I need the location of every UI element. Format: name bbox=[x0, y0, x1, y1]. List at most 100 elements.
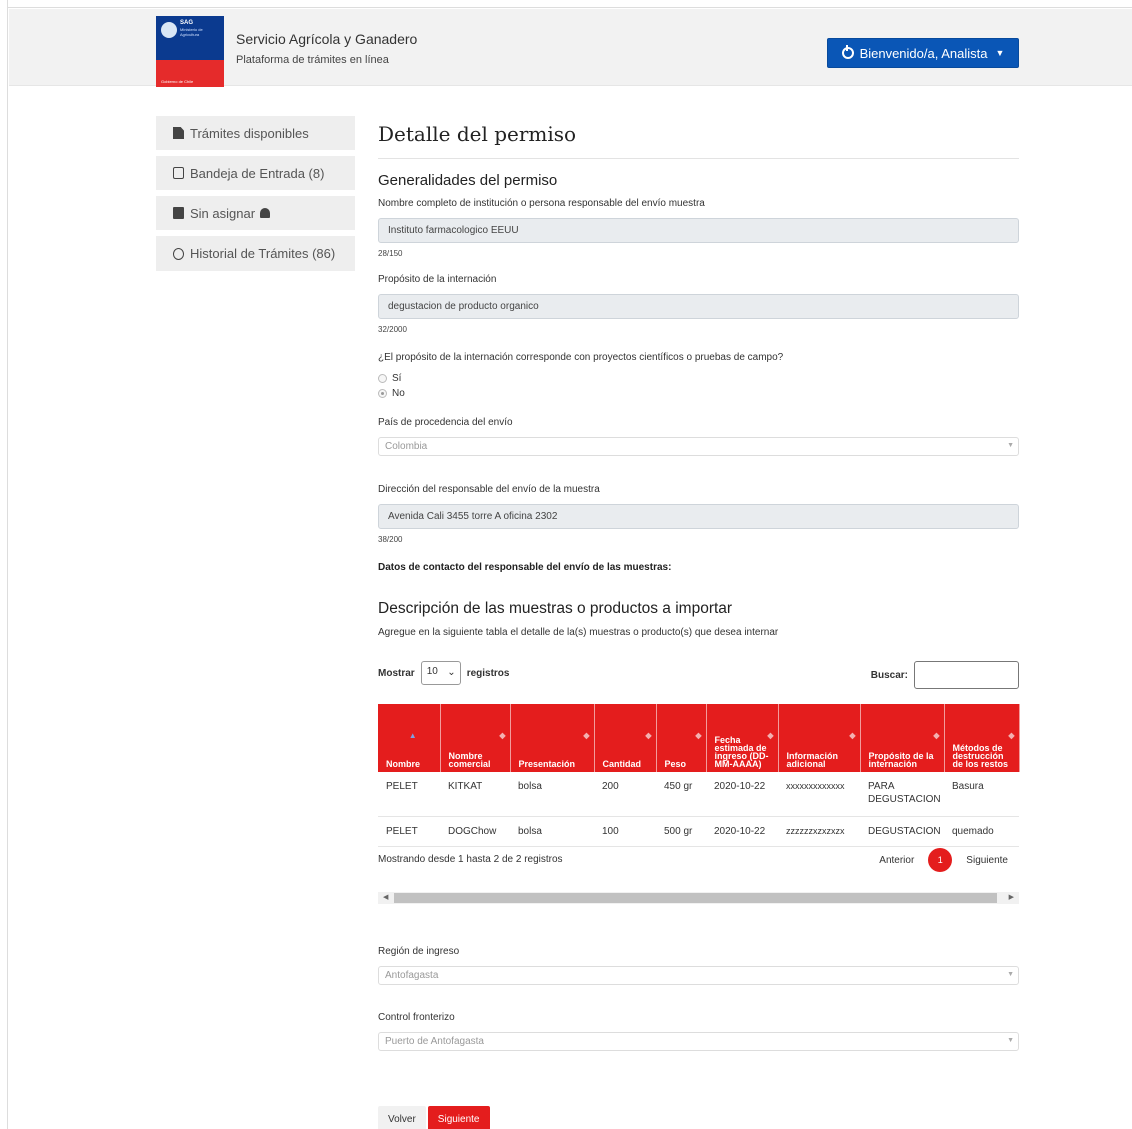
records-label: registros bbox=[466, 667, 510, 679]
col-nombre-comercial[interactable]: ◆ Nombre comercial bbox=[440, 704, 511, 772]
col-fecha[interactable]: ◆ Fecha estimada de ingreso (DD-MM-AAAA) bbox=[706, 704, 779, 772]
border-control-value: Puerto de Antofagasta bbox=[385, 1036, 484, 1047]
header-label: Nombre bbox=[386, 759, 421, 769]
table-header-row: ▲ Nombre ◆ Nombre comercial ◆ Presentación … bbox=[378, 704, 1020, 772]
purpose-label: Propósito de la internación bbox=[378, 274, 497, 285]
back-button[interactable]: Volver bbox=[378, 1106, 426, 1129]
col-nombre[interactable]: ▲ Nombre bbox=[378, 704, 441, 772]
header-label: Métodos de destrucción de los restos bbox=[952, 743, 1009, 769]
table-cell: bolsa bbox=[510, 816, 594, 847]
chevron-down-icon: ⌄ bbox=[447, 667, 456, 678]
page-length-select[interactable]: 10 ⌄ bbox=[420, 661, 461, 685]
radio-no-circle bbox=[378, 389, 387, 398]
scroll-left-icon[interactable]: ◀ bbox=[383, 893, 388, 901]
header-label: Cantidad bbox=[602, 759, 642, 769]
search-label: Buscar: bbox=[870, 669, 908, 681]
page-length-control: Mostrar 10 ⌄ registros bbox=[378, 661, 509, 685]
sort-icon: ◆ bbox=[1008, 731, 1015, 740]
show-label: Mostrar bbox=[378, 667, 415, 679]
sidebar-item-label: Historial de Trámites (86) bbox=[190, 246, 336, 261]
table-search: Buscar: bbox=[871, 661, 1019, 689]
scientific-question: ¿El propósito de la internación correspo… bbox=[378, 352, 784, 363]
table-cell: bolsa bbox=[510, 772, 594, 817]
purpose-field[interactable]: degustacion de producto organico bbox=[378, 294, 1019, 319]
col-presentacion[interactable]: ◆ Presentación bbox=[510, 704, 595, 772]
window-top-border bbox=[0, 0, 1132, 8]
clipboard-icon bbox=[173, 207, 184, 219]
samples-table: ▲ Nombre ◆ Nombre comercial ◆ Presentación … bbox=[378, 704, 1020, 847]
page-title: Detalle del permiso bbox=[378, 122, 577, 146]
page-1-button[interactable]: 1 bbox=[928, 848, 953, 872]
table-cell: PELET bbox=[378, 772, 440, 817]
sidebar-item-sin-asignar[interactable]: Sin asignar bbox=[156, 196, 355, 230]
site-title: Servicio Agrícola y Ganadero bbox=[236, 31, 418, 47]
sidebar-item-label: Bandeja de Entrada (8) bbox=[190, 165, 325, 181]
caret-down-icon: ▼ bbox=[995, 48, 1005, 58]
scrollbar-thumb[interactable] bbox=[394, 893, 997, 903]
col-metodos[interactable]: ◆ Métodos de destrucción de los restos bbox=[944, 704, 1020, 772]
scroll-right-icon[interactable]: ▶ bbox=[1009, 893, 1014, 901]
col-proposito[interactable]: ◆ Propósito de la internación bbox=[860, 704, 945, 772]
border-control-label: Control fronterizo bbox=[378, 1012, 455, 1023]
horizontal-scrollbar[interactable]: ◀ ▶ bbox=[378, 892, 1019, 904]
power-icon bbox=[841, 45, 854, 59]
prev-page-button[interactable]: Anterior bbox=[879, 855, 914, 866]
sidebar-item-historial[interactable]: Historial de Trámites (86) bbox=[156, 236, 355, 271]
sort-icon: ◆ bbox=[695, 731, 702, 740]
header-label: Propósito de la internación bbox=[868, 751, 934, 769]
user-menu-button[interactable]: Bienvenido/a, Analista ▼ bbox=[827, 38, 1019, 68]
logo-gob: Gobierno de Chile bbox=[161, 79, 194, 84]
dropdown-arrow-icon: ▼ bbox=[1007, 971, 1014, 978]
user-menu-label: Bienvenido/a, Analista bbox=[859, 45, 988, 61]
table-cell: PELET bbox=[378, 816, 440, 847]
sag-logo[interactable]: SAG Ministerio de Agricultura Gobierno d… bbox=[156, 16, 224, 87]
contact-label: Datos de contacto del responsable del en… bbox=[378, 562, 672, 573]
institution-counter: 28/150 bbox=[378, 249, 403, 258]
next-page-button[interactable]: Siguiente bbox=[966, 855, 1008, 866]
pagination: Anterior 1 Siguiente bbox=[879, 848, 1008, 872]
header-label: Nombre comercial bbox=[448, 751, 491, 769]
country-label: País de procedencia del envío bbox=[378, 417, 513, 428]
sidebar-item-bandeja[interactable]: Bandeja de Entrada (8) bbox=[156, 156, 355, 190]
address-field[interactable]: Avenida Cali 3455 torre A oficina 2302 bbox=[378, 504, 1019, 529]
logo-ministry: Ministerio de Agricultura bbox=[180, 27, 203, 37]
header-label: Información adicional bbox=[786, 751, 839, 769]
sidebar-item-label: Trámites disponibles bbox=[190, 125, 309, 141]
seal-icon bbox=[161, 22, 177, 38]
col-cantidad[interactable]: ◆ Cantidad bbox=[594, 704, 657, 772]
country-select[interactable]: Colombia ▼ bbox=[378, 437, 1019, 456]
search-input[interactable] bbox=[914, 661, 1019, 689]
section-title-descripcion: Descripción de las muestras o productos … bbox=[378, 600, 733, 617]
section-description: Agregue en la siguiente tabla el detalle… bbox=[378, 627, 779, 638]
inbox-icon bbox=[173, 167, 184, 179]
address-label: Dirección del responsable del envío de l… bbox=[378, 484, 600, 495]
table-cell: quemado bbox=[944, 816, 1019, 847]
radio-yes[interactable]: Sí bbox=[378, 373, 401, 384]
col-informacion[interactable]: ◆ Información adicional bbox=[778, 704, 861, 772]
site-header: SAG Ministerio de Agricultura Gobierno d… bbox=[9, 9, 1132, 87]
radio-no[interactable]: No bbox=[378, 388, 405, 399]
sidebar: Trámites disponibles Bandeja de Entrada … bbox=[156, 116, 355, 271]
document-icon bbox=[173, 127, 184, 139]
sidebar-item-tramites[interactable]: Trámites disponibles bbox=[156, 116, 355, 150]
next-button[interactable]: Siguiente bbox=[427, 1106, 490, 1129]
institution-field[interactable]: Instituto farmacologico EEUU bbox=[378, 218, 1019, 243]
region-label: Región de ingreso bbox=[378, 946, 460, 957]
divider bbox=[378, 158, 1019, 159]
table-row: PELET DOGChow bolsa 100 500 gr 2020-10-2… bbox=[378, 816, 1019, 847]
table-cell: KITKAT bbox=[440, 772, 510, 817]
radio-no-label: No bbox=[392, 388, 405, 399]
sort-icon: ◆ bbox=[933, 731, 940, 740]
col-peso[interactable]: ◆ Peso bbox=[656, 704, 707, 772]
table-cell: Basura bbox=[944, 772, 1019, 817]
logo-abbr: SAG bbox=[180, 20, 194, 26]
sidebar-item-label: Sin asignar bbox=[190, 205, 256, 221]
sort-icon: ◆ bbox=[767, 731, 774, 740]
table-cell: xxxxxxxxxxxxx bbox=[778, 772, 860, 817]
table-cell: 450 gr bbox=[656, 772, 706, 817]
region-select[interactable]: Antofagasta ▼ bbox=[378, 966, 1019, 985]
sort-icon: ◆ bbox=[849, 731, 856, 740]
sort-icon: ◆ bbox=[645, 731, 652, 740]
border-control-select[interactable]: Puerto de Antofagasta ▼ bbox=[378, 1032, 1019, 1051]
section-title-generalidades: Generalidades del permiso bbox=[378, 172, 558, 189]
